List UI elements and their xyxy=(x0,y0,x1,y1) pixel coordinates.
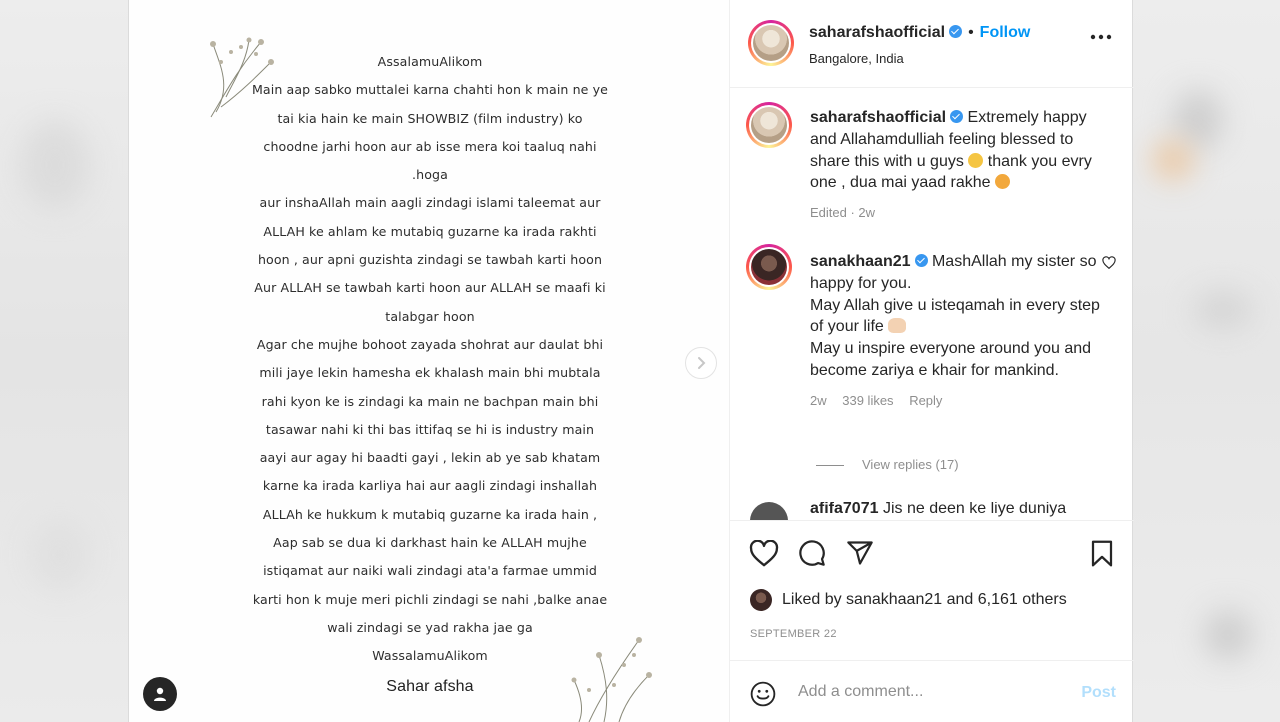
comment-item: sanakhaan21 MashAllah my sister so happy… xyxy=(746,244,1116,454)
letter-line: Aap sab se dua ki darkhast hain ke ALLAH… xyxy=(273,535,587,551)
share-icon[interactable] xyxy=(846,539,874,567)
comment-time: 2w xyxy=(810,392,827,408)
caption-avatar[interactable] xyxy=(746,102,792,148)
emoji-icon[interactable] xyxy=(750,681,776,707)
letter-line: talabgar hoon xyxy=(385,308,475,324)
verified-icon xyxy=(949,25,963,38)
comment-text-line2: May Allah give u isteqamah in every step… xyxy=(810,296,1100,336)
letter-line: Aur ALLAH se tawbah karti hoon aur ALLAH… xyxy=(254,280,606,296)
verified-icon xyxy=(914,254,928,267)
commenter-avatar[interactable] xyxy=(746,244,792,290)
smiling-hearts-emoji-icon xyxy=(995,174,1011,190)
letter-line: karne ka irada karliya hai aur aagli zin… xyxy=(262,478,598,494)
letter-line: ALLAh ke hukkum k mutabiq guzarne ka ira… xyxy=(262,506,598,522)
caption-username[interactable]: saharafshaofficial xyxy=(810,109,946,126)
chevron-right-icon xyxy=(698,357,706,369)
letter-signature: Sahar afsha xyxy=(386,677,474,695)
heart-icon[interactable] xyxy=(1102,256,1116,269)
verified-icon xyxy=(950,110,964,123)
tagged-users-button[interactable] xyxy=(143,677,177,711)
comment-likes[interactable]: 339 likes xyxy=(842,393,893,408)
letter-line: tai kia hain ke main SHOWBIZ (film indus… xyxy=(277,110,583,126)
post-header: saharafshaofficial • Follow Bangalore, Ind… xyxy=(730,0,1134,88)
letter-line: AssalamuAlikom xyxy=(377,54,483,69)
letter-line: tasawar nahi ki thi bas ittifaq se hi is… xyxy=(265,421,595,437)
letter-line: aur inshaAllah main aagli zindagi islami… xyxy=(259,195,601,211)
post-date[interactable]: SEPTEMBER 22 xyxy=(750,628,837,640)
letter-line: .hoga xyxy=(412,167,448,183)
view-replies-button[interactable]: View replies (17) xyxy=(816,457,959,472)
letter-line: WassalamuAlikom xyxy=(372,648,488,664)
add-comment-bar: Post xyxy=(730,660,1134,722)
post-dialog: AssalamuAlikom Main aap sabko muttalei k… xyxy=(128,0,1134,722)
liker-avatar xyxy=(750,589,772,611)
follow-button[interactable]: Follow xyxy=(980,24,1031,41)
letter-line: aayi aur agay hi baadti gayi , lekin ab … xyxy=(259,450,601,466)
comment-input[interactable] xyxy=(796,679,1070,705)
user-tag-icon xyxy=(154,687,166,701)
liked-by-others[interactable]: 6,161 others xyxy=(978,591,1067,609)
letter-line: ALLAH ke ahlam ke mutabiq guzarne ka ira… xyxy=(263,223,597,239)
more-options-icon[interactable] xyxy=(1090,34,1112,40)
comment-icon[interactable] xyxy=(798,539,826,567)
replies-divider xyxy=(816,465,844,467)
author-username[interactable]: saharafshaofficial xyxy=(809,24,945,41)
heart-icon[interactable] xyxy=(749,540,779,567)
view-replies-label: View replies (17) xyxy=(862,457,959,472)
post-actions: Liked by sanakhaan21 and 6,161 others SE… xyxy=(730,520,1134,660)
liked-by-prefix: Liked by xyxy=(782,591,842,608)
letter-line: Agar che mujhe bohoot zayada shohrat aur… xyxy=(256,336,604,352)
letter-text: AssalamuAlikom Main aap sabko muttalei k… xyxy=(225,48,635,701)
caption-edited-time: Edited · 2w xyxy=(810,205,876,221)
letter-line: rahi kyon ke is zindagi ka main ne bachp… xyxy=(261,393,599,409)
folded-hands-emoji-icon xyxy=(888,318,907,334)
blurred-background-left xyxy=(0,0,128,722)
letter-line: wali zindagi se yad rakha jae ga xyxy=(327,619,533,635)
liked-by-and: and xyxy=(946,591,974,608)
letter-line: choodne jarhi hoon aur ab isse mera koi … xyxy=(263,138,597,154)
comments-list[interactable]: saharafshaofficial Extremely happy and A… xyxy=(730,88,1134,520)
liked-by-user[interactable]: sanakhaan21 xyxy=(846,591,942,609)
comment-text: Jis ne deen ke liye duniya xyxy=(882,502,1067,517)
letter-line: hoon , aur apni guzishta zindagi se tawb… xyxy=(257,252,603,268)
letter-line: karti hon k muje meri pichli zindagi se … xyxy=(252,591,608,607)
post-caption: saharafshaofficial Extremely happy and A… xyxy=(746,102,1116,222)
reply-button[interactable]: Reply xyxy=(909,393,942,408)
commenter-username[interactable]: sanakhaan21 xyxy=(810,253,911,270)
commenter-username[interactable]: afifa7071 xyxy=(810,502,879,517)
letter-line: istiqamat aur naiki wali zindagi ata'a f… xyxy=(263,563,597,579)
author-avatar[interactable] xyxy=(748,20,794,66)
grinning-emoji-icon xyxy=(968,152,984,168)
post-image: AssalamuAlikom Main aap sabko muttalei k… xyxy=(129,0,729,722)
liked-by-summary[interactable]: Liked by sanakhaan21 and 6,161 others xyxy=(750,589,1067,611)
commenter-avatar[interactable] xyxy=(750,502,788,520)
separator-dot: • xyxy=(968,24,974,41)
blurred-background-right xyxy=(1133,0,1280,722)
post-location[interactable]: Bangalore, India xyxy=(809,51,904,66)
next-image-button[interactable] xyxy=(685,347,717,379)
letter-line: Main aap sabko muttalei karna chahti hon… xyxy=(251,82,609,98)
letter-line: mili jaye lekin hamesha ek khalash main … xyxy=(259,365,601,381)
post-sidebar: saharafshaofficial • Follow Bangalore, Ind… xyxy=(729,0,1134,722)
comment-text-line3: May u inspire everyone around you and be… xyxy=(810,340,1092,379)
comment-item: afifa7071 Jis ne deen ke liye duniya xyxy=(746,502,1116,520)
post-comment-button[interactable]: Post xyxy=(1081,684,1116,702)
bookmark-icon[interactable] xyxy=(1090,540,1114,567)
